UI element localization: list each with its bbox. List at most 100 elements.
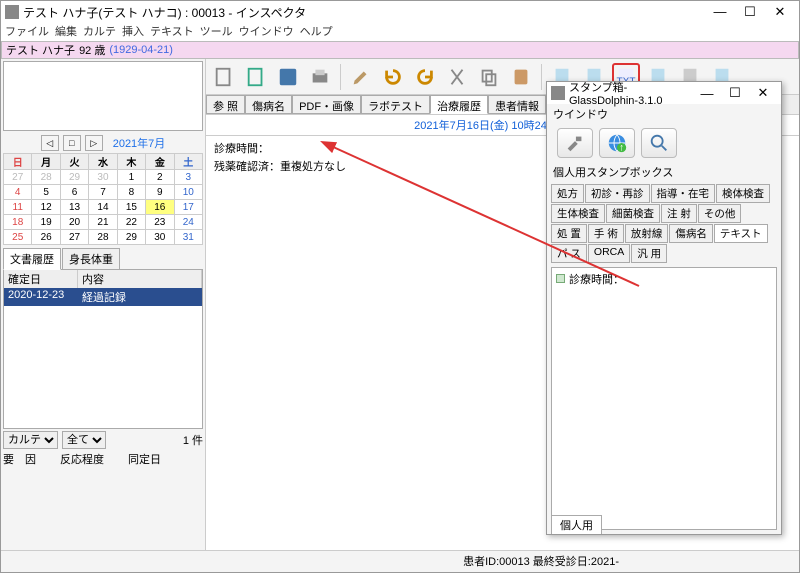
center-tab-4[interactable]: 治療履歴 xyxy=(430,95,488,114)
stamp-tab-11[interactable]: 傷病名 xyxy=(669,224,713,243)
stamp-tab-4[interactable]: 生体検査 xyxy=(551,204,605,223)
cal-day[interactable]: 6 xyxy=(60,185,88,200)
cal-day[interactable]: 27 xyxy=(60,230,88,245)
globe-button[interactable]: ↑ xyxy=(599,128,635,158)
stamp-tab-10[interactable]: 放射線 xyxy=(625,224,669,243)
maximize-button[interactable]: ☐ xyxy=(735,3,765,21)
cal-day[interactable]: 9 xyxy=(146,185,174,200)
edit-button[interactable] xyxy=(347,63,375,91)
cal-day[interactable]: 18 xyxy=(4,215,32,230)
stamp-tab-7[interactable]: その他 xyxy=(698,204,742,223)
menu-編集[interactable]: 編集 xyxy=(55,26,77,38)
cal-day[interactable]: 5 xyxy=(32,185,60,200)
close-button[interactable]: ✕ xyxy=(765,3,795,21)
cal-day[interactable]: 19 xyxy=(32,215,60,230)
cal-day[interactable]: 31 xyxy=(174,230,202,245)
filter-type-select[interactable]: カルテ xyxy=(3,431,58,449)
cal-day[interactable]: 30 xyxy=(89,170,117,185)
stamp-tab-9[interactable]: 手 術 xyxy=(588,224,624,243)
cal-day[interactable]: 2 xyxy=(146,170,174,185)
stamp-tab-2[interactable]: 指導・在宅 xyxy=(651,184,716,203)
cal-day[interactable]: 23 xyxy=(146,215,174,230)
stamp-tab-12[interactable]: テキスト xyxy=(714,224,768,243)
menu-カルテ[interactable]: カルテ xyxy=(83,26,116,38)
popup-maximize-button[interactable]: ☐ xyxy=(721,85,749,101)
center-tab-1[interactable]: 傷病名 xyxy=(245,95,292,114)
copy-button[interactable] xyxy=(475,63,503,91)
memo-box[interactable] xyxy=(3,61,203,131)
left-tab-0[interactable]: 文書履歴 xyxy=(3,248,61,270)
stamp-tab-15[interactable]: 汎 用 xyxy=(631,244,667,263)
cal-day[interactable]: 26 xyxy=(32,230,60,245)
stamp-item[interactable]: 診療時間： xyxy=(554,270,774,288)
left-tab-1[interactable]: 身長体重 xyxy=(62,248,120,270)
redo-button[interactable] xyxy=(411,63,439,91)
center-tab-5[interactable]: 患者情報 xyxy=(488,95,546,114)
popup-minimize-button[interactable]: — xyxy=(693,86,721,101)
cal-day[interactable]: 29 xyxy=(117,230,145,245)
separator xyxy=(541,64,542,90)
cal-day[interactable]: 13 xyxy=(60,200,88,215)
cal-first-button[interactable]: ◁ xyxy=(41,135,59,151)
save-button[interactable] xyxy=(274,63,302,91)
stamp-tab-8[interactable]: 処 置 xyxy=(551,224,587,243)
stamp-box-window[interactable]: スタンプ箱-GlassDolphin-3.1.0 — ☐ ✕ ウインドウ ↑ 個… xyxy=(546,81,782,535)
popup-menu-window[interactable]: ウインドウ xyxy=(547,104,781,124)
center-tab-3[interactable]: ラボテスト xyxy=(361,95,430,114)
popup-close-button[interactable]: ✕ xyxy=(749,85,777,101)
cal-next-button[interactable]: ▷ xyxy=(85,135,103,151)
stamp-list[interactable]: 診療時間： xyxy=(551,267,777,530)
cal-day[interactable]: 11 xyxy=(4,200,32,215)
tab-personal[interactable]: 個人用 xyxy=(551,515,602,534)
new-doc-button[interactable] xyxy=(242,63,270,91)
filter-range-select[interactable]: 全て xyxy=(62,431,106,449)
ref-button[interactable] xyxy=(210,63,238,91)
history-row[interactable]: 2020-12-23経過記録 xyxy=(4,288,202,306)
cal-day[interactable]: 12 xyxy=(32,200,60,215)
center-tab-0[interactable]: 参 照 xyxy=(206,95,245,114)
menu-ヘルプ[interactable]: ヘルプ xyxy=(300,26,333,38)
stamp-tab-13[interactable]: パ ス xyxy=(551,244,587,263)
stamp-tab-5[interactable]: 細菌検査 xyxy=(606,204,660,223)
cal-day[interactable]: 15 xyxy=(117,200,145,215)
cal-day[interactable]: 20 xyxy=(60,215,88,230)
cal-day[interactable]: 4 xyxy=(4,185,32,200)
hammer-button[interactable] xyxy=(557,128,593,158)
undo-button[interactable] xyxy=(379,63,407,91)
cal-day[interactable]: 1 xyxy=(117,170,145,185)
cal-day[interactable]: 10 xyxy=(174,185,202,200)
cal-day[interactable]: 27 xyxy=(4,170,32,185)
stamp-tab-3[interactable]: 検体検査 xyxy=(716,184,770,203)
cal-day[interactable]: 21 xyxy=(89,215,117,230)
cut-button[interactable] xyxy=(443,63,471,91)
cal-day[interactable]: 25 xyxy=(4,230,32,245)
cal-day[interactable]: 24 xyxy=(174,215,202,230)
menu-ウインドウ[interactable]: ウインドウ xyxy=(239,26,294,38)
cal-day[interactable]: 7 xyxy=(89,185,117,200)
cal-day[interactable]: 22 xyxy=(117,215,145,230)
stamp-tab-0[interactable]: 処方 xyxy=(551,184,584,203)
cal-day[interactable]: 29 xyxy=(60,170,88,185)
cal-prev-button[interactable]: □ xyxy=(63,135,81,151)
cal-day[interactable]: 3 xyxy=(174,170,202,185)
history-table[interactable]: 確定日 内容 2020-12-23経過記録 xyxy=(3,269,203,429)
print-button[interactable] xyxy=(306,63,334,91)
center-tab-2[interactable]: PDF・画像 xyxy=(292,95,361,114)
cal-day[interactable]: 8 xyxy=(117,185,145,200)
menu-ツール[interactable]: ツール xyxy=(200,26,233,38)
menu-ファイル[interactable]: ファイル xyxy=(5,26,49,38)
cal-day[interactable]: 14 xyxy=(89,200,117,215)
menu-挿入[interactable]: 挿入 xyxy=(122,26,144,38)
minimize-button[interactable]: — xyxy=(705,3,735,21)
paste-button[interactable] xyxy=(507,63,535,91)
search-button[interactable] xyxy=(641,128,677,158)
cal-day[interactable]: 28 xyxy=(89,230,117,245)
cal-day[interactable]: 30 xyxy=(146,230,174,245)
stamp-tab-14[interactable]: ORCA xyxy=(588,244,630,263)
cal-day[interactable]: 17 xyxy=(174,200,202,215)
menu-テキスト[interactable]: テキスト xyxy=(150,26,194,38)
stamp-tab-1[interactable]: 初診・再診 xyxy=(585,184,650,203)
cal-day[interactable]: 28 xyxy=(32,170,60,185)
stamp-tab-6[interactable]: 注 射 xyxy=(661,204,697,223)
cal-day[interactable]: 16 xyxy=(146,200,174,215)
